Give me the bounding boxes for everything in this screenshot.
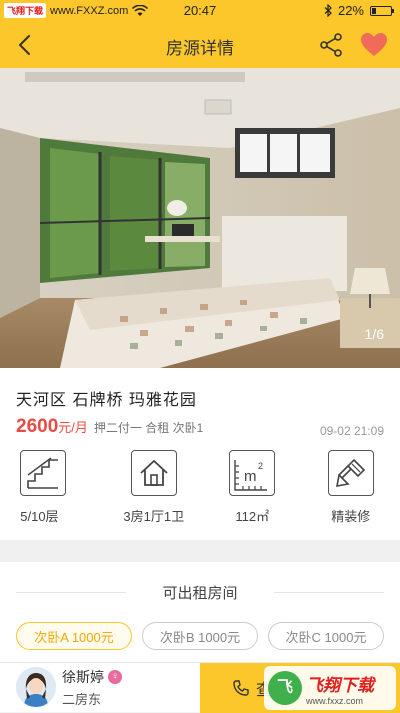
phone-icon <box>233 680 249 696</box>
female-icon: ♀ <box>108 670 122 684</box>
status-right: 22% <box>324 3 394 18</box>
nav-bar: 房源详情 <box>0 22 400 68</box>
decoration-brush-icon <box>327 450 374 496</box>
battery-percent: 22% <box>337 3 364 18</box>
photo-counter: 1/6 <box>364 326 384 342</box>
feature-label: 5/10层 <box>20 509 59 524</box>
price-unit: 元/月 <box>58 420 88 435</box>
price-value: 2600 <box>16 416 59 437</box>
feature-area: m 2 112㎡ <box>207 450 297 525</box>
feature-floor: 5/10层 <box>20 450 100 525</box>
room-chip-b[interactable]: 次卧B 1000元 <box>142 622 258 650</box>
battery-icon <box>370 5 394 16</box>
logo-site: www.fxxz.com <box>306 695 364 706</box>
svg-text:m: m <box>244 468 257 485</box>
listing-photo[interactable] <box>0 68 400 368</box>
feature-label: 精装修 <box>331 509 371 524</box>
status-bar: 飞翔下载 www.FXXZ.com 20:47 22% <box>0 0 400 22</box>
feature-decoration: 精装修 <box>306 450 396 525</box>
listing-address: 天河区 石牌桥 玛雅花园 <box>16 392 197 409</box>
logo-ball-icon: 飞 <box>268 671 302 705</box>
feature-layout: 3房1厅1卫 <box>109 450 199 525</box>
listing-info: 天河区 石牌桥 玛雅花园 2600 元/月 押二付一 合租 次卧1 09-02 … <box>0 368 400 540</box>
agent-name-row: 徐斯婷 ♀ <box>62 667 122 687</box>
logo-text: 飞翔下载 <box>306 675 374 695</box>
feature-label: 112㎡ <box>235 509 270 524</box>
rental-terms: 押二付一 合租 次卧1 <box>93 421 204 435</box>
svg-text:2: 2 <box>258 461 263 471</box>
agent-name: 徐斯婷 <box>62 669 104 685</box>
watermark-logo: 飞 飞翔下载 www.fxxz.com <box>264 666 396 710</box>
heading-line-right <box>274 592 384 593</box>
room-chips: 次卧A 1000元 次卧B 1000元 次卧C 1000元 <box>16 622 384 650</box>
post-date: 09-02 21:09 <box>319 424 384 438</box>
house-icon <box>130 450 177 496</box>
share-icon[interactable] <box>318 32 344 58</box>
bluetooth-icon <box>324 4 332 17</box>
avatar[interactable] <box>16 667 56 707</box>
feature-list: 5/10层 3房1厅1卫 m 2 112㎡ 精装修 <box>0 450 400 525</box>
section-divider <box>0 540 400 562</box>
stairs-icon <box>20 450 67 496</box>
room-chip-a[interactable]: 次卧A 1000元 <box>16 622 132 650</box>
rooms-section: 可出租房间 次卧A 1000元 次卧B 1000元 次卧C 1000元 <box>0 562 400 662</box>
room-chip-c[interactable]: 次卧C 1000元 <box>268 622 384 650</box>
area-icon: m 2 <box>229 450 276 496</box>
feature-label: 3房1厅1卫 <box>123 509 185 524</box>
agent-role: 二房东 <box>62 692 102 707</box>
bedroom-photo <box>0 68 400 368</box>
heart-icon[interactable] <box>360 32 388 58</box>
